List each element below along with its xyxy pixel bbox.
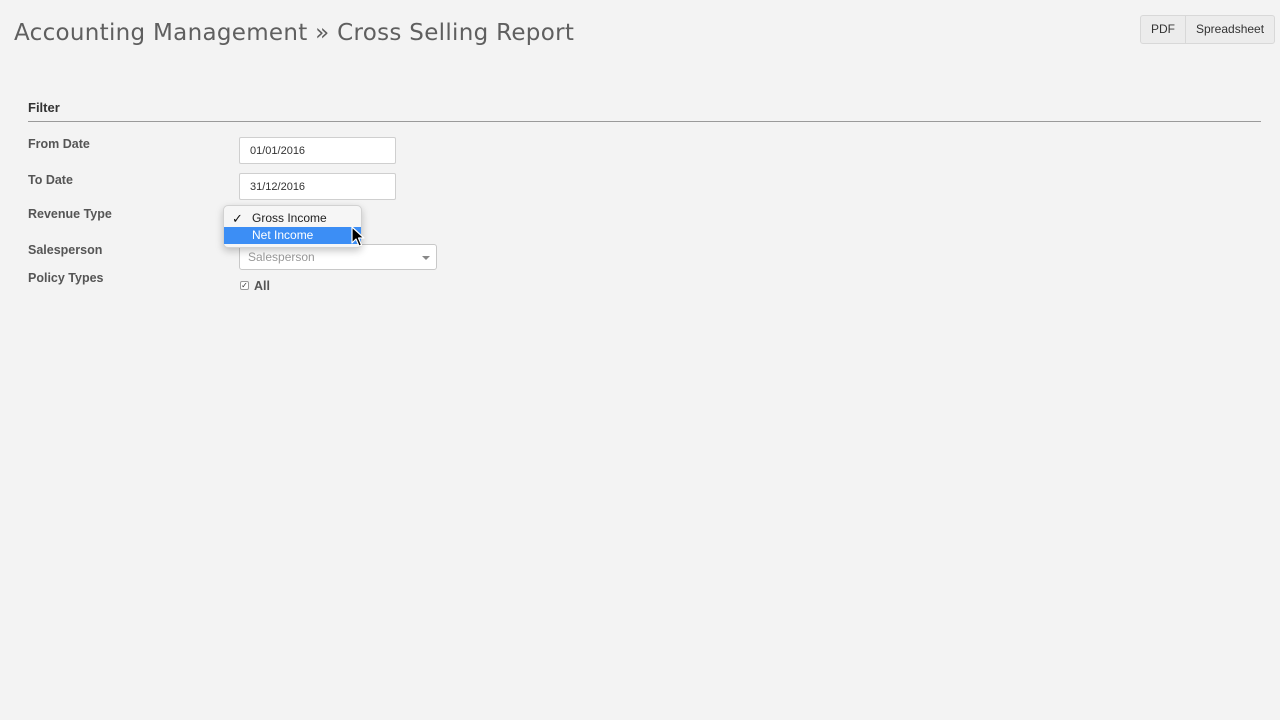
page-title: Accounting Management » Cross Selling Re… [14, 20, 575, 46]
policy-types-all-checkbox[interactable]: ✓ [240, 281, 249, 290]
revenue-type-label: Revenue Type [28, 207, 112, 221]
mouse-pointer-icon [351, 226, 365, 247]
chevron-down-icon [422, 256, 430, 260]
policy-types-all-label: All [254, 279, 270, 293]
check-icon: ✓ [232, 211, 243, 226]
revenue-option-gross-income[interactable]: ✓ Gross Income [224, 210, 361, 227]
salesperson-placeholder: Salesperson [248, 250, 315, 264]
revenue-option-label: Gross Income [252, 211, 327, 225]
export-button-group: PDF Spreadsheet [1140, 15, 1276, 44]
revenue-option-label: Net Income [252, 228, 314, 242]
to-date-input[interactable] [239, 173, 396, 200]
policy-types-label: Policy Types [28, 271, 104, 285]
revenue-option-net-income[interactable]: Net Income [224, 227, 361, 244]
from-date-label: From Date [28, 137, 90, 151]
to-date-label: To Date [28, 173, 73, 187]
spreadsheet-button[interactable]: Spreadsheet [1185, 16, 1274, 43]
revenue-type-dropdown: ✓ Gross Income Net Income [223, 205, 362, 248]
pdf-button[interactable]: PDF [1141, 16, 1185, 43]
filter-divider [28, 121, 1261, 122]
salesperson-label: Salesperson [28, 243, 103, 257]
filter-heading: Filter [28, 100, 60, 115]
from-date-input[interactable] [239, 137, 396, 164]
